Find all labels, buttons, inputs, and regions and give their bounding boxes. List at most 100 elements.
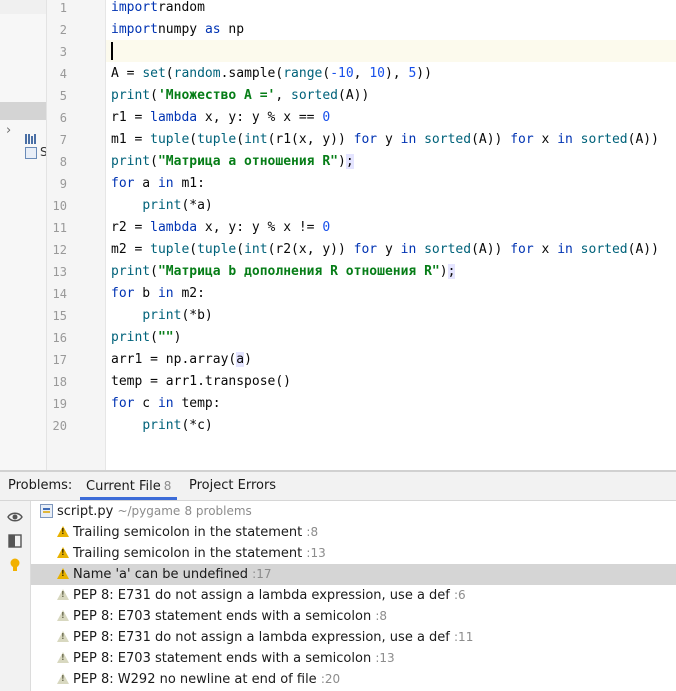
code-token: print: [142, 418, 182, 433]
external-libraries-node[interactable]: ›: [0, 122, 46, 144]
current-line-highlight: [106, 40, 676, 62]
code-token: for: [111, 176, 135, 191]
code-token: 'Множество А =': [157, 88, 276, 103]
text-caret: [111, 42, 113, 60]
code-token: m1:: [173, 176, 205, 191]
tab-current-file[interactable]: Current File 8: [80, 472, 178, 500]
code-line: print(*c): [111, 415, 212, 437]
code-editor[interactable]: importrandom importnumpy as np A = set(ran…: [106, 0, 676, 470]
code-line: print("Матрица a отношения R");: [111, 151, 354, 173]
code-token: lambda: [150, 110, 198, 125]
problem-text-wrap: Trailing semicolon in the statement :13: [73, 543, 326, 564]
project-panel: › S: [0, 0, 47, 470]
eye-icon[interactable]: [7, 509, 23, 525]
code-token: y: [377, 242, 401, 257]
problems-list: script.py ~/pygame 8 problems Trailing s…: [31, 501, 676, 691]
code-token: ,: [275, 88, 292, 103]
code-token: in: [157, 286, 174, 301]
problem-message: PEP 8: W292 no newline at end of file: [73, 672, 317, 687]
code-line: print("Матрица b дополнения R отношения …: [111, 261, 456, 283]
code-token: ): [439, 264, 448, 279]
problem-row[interactable]: PEP 8: E703 statement ends with a semico…: [31, 606, 676, 627]
problem-message: PEP 8: E731 do not assign a lambda expre…: [73, 588, 450, 603]
code-line: print(*a): [111, 195, 213, 217]
code-token: sorted: [580, 242, 628, 257]
code-token: 0: [322, 110, 331, 125]
line-number: 17: [52, 353, 67, 367]
line-number: 10: [52, 199, 67, 213]
code-token: m1 =: [111, 132, 151, 147]
code-token: b: [134, 286, 158, 301]
code-token: print: [111, 154, 151, 169]
code-token: tuple: [150, 132, 190, 147]
problem-message: PEP 8: E731 do not assign a lambda expre…: [73, 630, 450, 645]
code-token: in: [157, 396, 174, 411]
code-token: ): [244, 352, 252, 367]
code-token: in: [557, 242, 573, 257]
problem-row[interactable]: Name 'a' can be undefined :17: [31, 564, 676, 585]
code-token: (A)): [627, 242, 659, 257]
code-token: (: [189, 242, 198, 257]
chevron-right-icon[interactable]: ›: [6, 123, 11, 138]
code-token: random: [157, 0, 205, 15]
problem-row[interactable]: PEP 8: E731 do not assign a lambda expre…: [31, 627, 676, 648]
problem-text-wrap: PEP 8: E731 do not assign a lambda expre…: [73, 627, 473, 648]
code-line: m1 = tuple(tuple(int(r1(x, y)) for y in …: [111, 129, 659, 151]
code-token: print: [111, 330, 151, 345]
line-number: 14: [52, 287, 67, 301]
code-line: arr1 = np.array(a): [111, 349, 252, 371]
line-number: 20: [52, 419, 67, 433]
problem-row[interactable]: PEP 8: E731 do not assign a lambda expre…: [31, 585, 676, 606]
code-token: range: [283, 66, 323, 81]
code-token: (: [150, 264, 158, 279]
problem-line: :8: [306, 525, 319, 539]
problems-file-node[interactable]: script.py ~/pygame 8 problems: [31, 501, 676, 522]
code-token: (: [236, 242, 245, 257]
problem-line: :20: [320, 672, 341, 686]
line-number: 15: [52, 309, 67, 323]
line-number: 9: [59, 177, 67, 191]
project-selected-row[interactable]: [0, 102, 46, 120]
code-token: for: [111, 396, 135, 411]
code-token: (: [322, 66, 331, 81]
problem-text-wrap: PEP 8: E703 statement ends with a semico…: [73, 648, 395, 669]
lightbulb-icon[interactable]: [7, 557, 23, 573]
code-token: a: [134, 176, 158, 191]
warning-icon: [57, 673, 69, 684]
scratches-node[interactable]: S: [0, 144, 46, 162]
code-token: in: [557, 132, 573, 147]
problem-row[interactable]: PEP 8: W292 no newline at end of file :2…: [31, 669, 676, 690]
code-line: for c in temp:: [111, 393, 221, 415]
code-token: temp = arr1.transpose(): [111, 374, 292, 389]
tab-project-errors-label: Project Errors: [189, 478, 277, 493]
problem-text-wrap: Trailing semicolon in the statement :8: [73, 522, 318, 543]
problem-message: Trailing semicolon in the statement: [73, 546, 303, 561]
problem-row[interactable]: Trailing semicolon in the statement :8: [31, 522, 676, 543]
code-line: importnumpy as np: [111, 19, 244, 41]
code-token: for: [510, 132, 534, 147]
problem-line: :13: [375, 651, 395, 665]
warning-icon: [57, 568, 69, 579]
code-token: int: [244, 242, 268, 257]
problem-message: Trailing semicolon in the statement: [73, 525, 303, 540]
tab-current-file-label: Current File: [86, 479, 161, 494]
code-line: m2 = tuple(tuple(int(r2(x, y)) for y in …: [111, 239, 659, 261]
code-token: m2:: [173, 286, 205, 301]
code-token: (*a): [181, 198, 213, 213]
scratches-label: S: [40, 145, 47, 159]
code-token: 10: [369, 66, 385, 81]
problem-text-wrap: Name 'a' can be undefined :17: [73, 564, 271, 585]
code-token: sorted: [424, 242, 472, 257]
preview-pane-icon[interactable]: [7, 533, 23, 549]
problem-row[interactable]: Trailing semicolon in the statement :13: [31, 543, 676, 564]
file-path: ~/pygame: [117, 504, 181, 518]
code-token: c: [134, 396, 158, 411]
code-token: (: [150, 154, 158, 169]
tab-project-errors[interactable]: Project Errors: [189, 472, 276, 500]
problem-row[interactable]: PEP 8: E703 statement ends with a semico…: [31, 648, 676, 669]
